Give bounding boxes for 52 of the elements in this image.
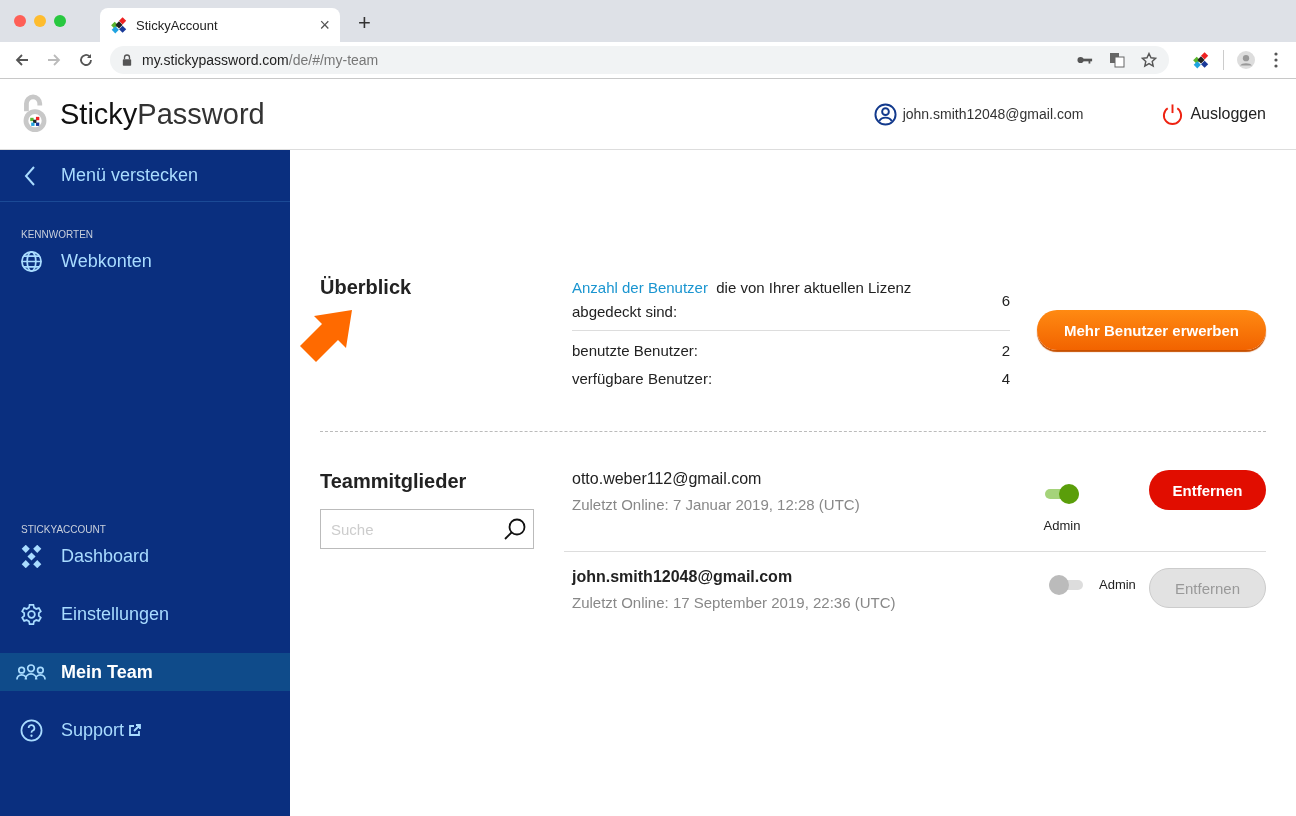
diamonds-icon (20, 544, 43, 568)
diamonds-icon[interactable] (1192, 51, 1210, 69)
lock-icon (122, 54, 132, 66)
member-email: otto.weber112@gmail.com (572, 470, 763, 488)
power-icon (1161, 102, 1185, 126)
last-online-text: Zuletzt Online: 7 Januar 2019, 12:28 (UTC) (572, 496, 861, 513)
admin-toggle[interactable] (1045, 484, 1079, 504)
section-title: Teammitglieder (320, 470, 468, 493)
tab-title: StickyAccount (136, 17, 219, 33)
address-bar[interactable]: my.stickypassword.com/de/#/my-team (110, 46, 1169, 74)
sidebar-item[interactable]: Dashboard (0, 537, 290, 575)
stat-value: 2 (1001, 341, 1010, 361)
diamonds-icon (110, 16, 128, 34)
chevron-left-icon (24, 165, 36, 186)
logo-text: StickyPassword (60, 97, 265, 131)
section-heading: STICKYACCOUNT (20, 524, 107, 535)
settings-icon (20, 602, 43, 626)
profile-icon[interactable] (1237, 51, 1255, 69)
section-title: Überblick (320, 276, 413, 299)
sidebar-item[interactable]: Einstellungen (0, 595, 290, 633)
admin-label: Admin (1043, 518, 1081, 533)
globe-icon (20, 249, 43, 273)
license-count: 6 (1001, 291, 1010, 309)
sidebar-item[interactable]: Support (0, 711, 290, 749)
close-tab-button[interactable]: × (319, 14, 330, 36)
sidebar-item[interactable]: Mein Team (0, 653, 290, 691)
stat-label: benutzte Benutzer: (572, 341, 698, 361)
sidebar-item[interactable]: Webkonten (0, 242, 290, 280)
url-text: my.stickypassword.com/de/#/my-team (142, 52, 379, 68)
back-icon[interactable] (14, 52, 30, 68)
stat-value: 4 (1001, 369, 1010, 389)
user-icon (873, 102, 897, 126)
remove-button[interactable]: Entfernen (1149, 470, 1266, 510)
admin-label: Admin (1099, 577, 1136, 592)
member-email: john.smith12048@gmail.com (572, 568, 794, 586)
team-icon (16, 662, 46, 682)
license-text: Anzahl der Benutzer die von Ihrer aktuellen Lizenz abgedeckt sind: (572, 278, 913, 322)
section-heading: KENNWORTEN (20, 229, 95, 240)
stat-label: verfügbare Benutzer: (572, 369, 713, 389)
last-online-text: Zuletzt Online: 17 September 2019, 22:36 (UTC) (572, 594, 897, 611)
search-icon (503, 517, 527, 541)
help-icon (20, 718, 43, 742)
translate-icon[interactable] (1109, 52, 1125, 68)
logout-link[interactable]: Ausloggen (1161, 102, 1266, 126)
menu-icon[interactable] (1273, 51, 1279, 69)
new-tab-button[interactable]: + (358, 10, 371, 36)
hide-menu-button[interactable]: Menü verstecken (0, 150, 290, 202)
user-email: john.smith12048@gmail.com (902, 106, 1084, 122)
browser-tab[interactable]: StickyAccount × (100, 8, 340, 42)
reload-icon[interactable] (78, 52, 94, 68)
star-icon[interactable] (1141, 52, 1157, 68)
external-link-icon (128, 723, 143, 737)
